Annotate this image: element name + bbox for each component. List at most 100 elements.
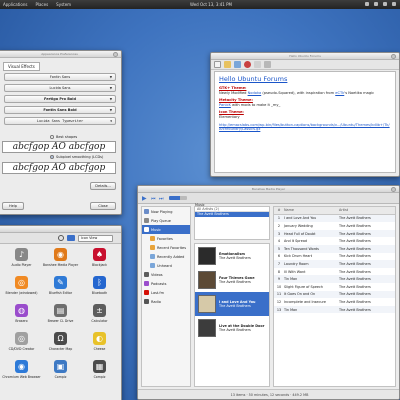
artist-row[interactable]: The Avett Brothers — [195, 212, 269, 217]
print-icon[interactable] — [254, 61, 261, 68]
document-area[interactable]: Hello Ubuntu Forums GTK+ Theme: Newly Mo… — [214, 71, 396, 173]
close-icon[interactable] — [113, 52, 118, 57]
app-item[interactable]: ᛒ Bluetooth — [80, 276, 119, 300]
radio-label: Best shapes — [56, 135, 78, 139]
app-item[interactable]: ▤ Brewer CL Drive — [41, 304, 80, 328]
play-icon[interactable]: ▶ — [142, 195, 147, 202]
view-select[interactable]: Icon View — [78, 235, 113, 242]
app-item[interactable]: ◎ Blender (windowed) — [2, 276, 41, 300]
application-font-select[interactable]: Fontin Sans ▼ — [4, 73, 116, 81]
network-icon[interactable] — [365, 2, 369, 6]
power-icon[interactable] — [392, 2, 396, 6]
editor-titlebar[interactable]: Hello Ubuntu Forums — [211, 53, 399, 60]
column-header[interactable]: Artist — [339, 208, 395, 212]
track-row[interactable]: 3 Head Full of Doubt The Avett Brothers — [274, 229, 395, 238]
track-name: Ten Thousand Words — [284, 246, 319, 251]
details-button[interactable]: Details... — [90, 182, 116, 190]
search-icon[interactable] — [58, 235, 64, 241]
app-item[interactable]: ▣ Compiz — [41, 360, 80, 384]
close-icon[interactable] — [391, 187, 396, 192]
music-titlebar[interactable]: Banshee Media Player — [138, 186, 399, 193]
tab-visual-effects[interactable]: Visual Effects — [3, 62, 40, 71]
menu-applications[interactable]: Applications — [3, 2, 27, 7]
sidebar-item[interactable]: Podcasts — [142, 279, 190, 288]
app-item[interactable]: ◍ Brasero — [2, 304, 41, 328]
column-header[interactable]: # — [274, 208, 284, 212]
fixed-width-font-select[interactable]: Lucida Sans Typewriter ▼ — [4, 117, 116, 125]
mail-icon[interactable] — [383, 2, 387, 6]
sidebar-item[interactable]: Now Playing — [142, 207, 190, 216]
panel-clock[interactable]: Wed Oct 13, 3:41 PM — [190, 2, 232, 7]
album-item[interactable]: Emotionalism The Avett Brothers — [195, 244, 269, 268]
app-item[interactable]: ± Calculator — [80, 304, 119, 328]
menu-places[interactable]: Places — [35, 2, 48, 7]
preferences-icon[interactable] — [264, 61, 271, 68]
app-item[interactable]: ♠ Blackjack — [80, 248, 119, 272]
album-item[interactable]: Four Thieves Gone The Avett Brothers — [195, 268, 269, 292]
album-item[interactable]: Live at the Double Door The Avett Brother… — [195, 316, 269, 340]
previous-icon[interactable]: ⏮ — [151, 196, 156, 202]
sidebar-item[interactable]: Radio — [142, 297, 190, 306]
volume-icon[interactable] — [374, 2, 378, 6]
panick-link[interactable]: PanicK — [219, 103, 231, 107]
track-row[interactable]: 1I and Love And You The Avett Brothers — [274, 214, 395, 223]
track-row[interactable]: 11 It Goes On and On The Avett Brothers — [274, 290, 395, 299]
ectk-link[interactable]: eCTk — [335, 91, 344, 95]
track-row[interactable]: 5 Ten Thousand Words The Avett Brothers — [274, 244, 395, 253]
best-shapes-radio[interactable]: Best shapes — [50, 135, 77, 139]
track-row[interactable]: 12 Incomplete and Insecure The Avett Broth… — [274, 298, 395, 306]
app-item[interactable]: ◉ Chromium Web Browser — [2, 360, 41, 384]
app-item[interactable]: ♪ Audio Player — [2, 248, 41, 272]
disc-icon: ◎ — [15, 332, 28, 345]
column-header[interactable]: Name — [284, 208, 339, 212]
nodoka-link[interactable]: Nodoka — [248, 91, 262, 95]
album-item[interactable]: I and Love And You The Avett Brothers — [195, 292, 269, 316]
new-document-icon[interactable] — [214, 61, 221, 68]
track-row[interactable]: 9 Tin Man The Avett Brothers — [274, 275, 395, 283]
sidebar-item[interactable]: Unheard — [142, 261, 190, 270]
grid-view-icon[interactable] — [67, 235, 75, 241]
track-row[interactable]: 8 Ill With Want The Avett Brothers — [274, 268, 395, 276]
volume-slider[interactable] — [169, 196, 187, 200]
lastfm-icon — [144, 290, 149, 295]
system-tray — [365, 2, 396, 6]
subpixel-smoothing-radio[interactable]: Subpixel smoothing (LCDs) — [50, 155, 103, 159]
track-name: Laundry Room — [284, 261, 309, 266]
desktop-font-select[interactable]: Fertigo Pro Bold ▼ — [4, 95, 116, 103]
theme-url-link[interactable]: http://emacslabs.com/wp-bin/files/button… — [219, 123, 391, 132]
sidebar-item[interactable]: Recently Added — [142, 252, 190, 261]
app-item[interactable]: ◉ Banshee Media Player — [41, 248, 80, 272]
apps-titlebar[interactable] — [0, 226, 121, 233]
document-font-select[interactable]: Lucida Sans ▼ — [4, 84, 116, 92]
menu-system[interactable]: System — [56, 2, 71, 7]
sidebar-item[interactable]: Videos — [142, 270, 190, 279]
sidebar-item[interactable]: Favorites — [142, 234, 190, 243]
stop-icon[interactable] — [244, 61, 251, 68]
sidebar-item[interactable]: Recent Favorites — [142, 243, 190, 252]
save-icon[interactable] — [234, 61, 241, 68]
app-item[interactable]: Ω Character Map — [41, 332, 80, 356]
open-folder-icon[interactable] — [224, 61, 231, 68]
appearance-window: Appearance Preferences Visual Effects Fo… — [0, 50, 122, 215]
sidebar-item[interactable]: Music — [142, 225, 190, 234]
track-row[interactable]: 2 January Wedding The Avett Brothers — [274, 222, 395, 230]
app-item[interactable]: ▦ Compiz — [80, 360, 119, 384]
sidebar-item[interactable]: Play Queue — [142, 216, 190, 225]
track-row[interactable]: 13 Tin Man The Avett Brothers — [274, 305, 395, 314]
next-icon[interactable]: ⏭ — [159, 196, 164, 202]
window-title-font-select[interactable]: Fontin Sans Bold ▼ — [4, 106, 116, 114]
track-name: Tin Man — [284, 307, 298, 312]
close-button[interactable]: Close — [90, 202, 116, 210]
close-icon[interactable] — [391, 54, 396, 59]
appearance-titlebar[interactable]: Appearance Preferences — [0, 51, 121, 58]
track-row[interactable]: 6 Kick Drum Heart The Avett Brothers — [274, 253, 395, 261]
app-item[interactable]: ◎ CD/DVD Creator — [2, 332, 41, 356]
track-row[interactable]: 4 And It Spread The Avett Brothers — [274, 237, 395, 245]
help-button[interactable]: Help — [2, 202, 24, 210]
track-number: 11 — [276, 292, 282, 297]
track-row[interactable]: 10 Slight Figure of Speech The Avett Broth… — [274, 283, 395, 291]
app-item[interactable]: ◐ Cheese — [80, 332, 119, 356]
sidebar-item[interactable]: Last.fm — [142, 288, 190, 297]
track-row[interactable]: 7 Laundry Room The Avett Brothers — [274, 260, 395, 268]
app-item[interactable]: ✎ Bluefish Editor — [41, 276, 80, 300]
